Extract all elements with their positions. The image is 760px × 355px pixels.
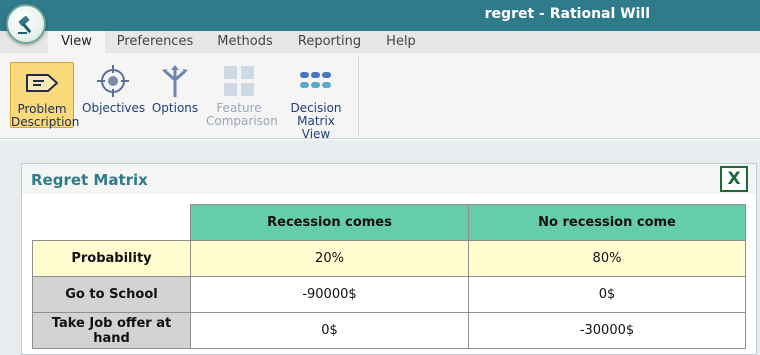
tab-methods[interactable]: Methods — [210, 31, 280, 53]
panel-header: Regret Matrix X — [22, 164, 756, 194]
probability-row: Probability 20% 80% — [32, 240, 746, 277]
tab-help[interactable]: Help — [380, 31, 422, 53]
regret-matrix-table: Recession comes No recession come Probab… — [32, 204, 746, 349]
table-header-row: Recession comes No recession come — [33, 204, 746, 241]
tag-label-icon — [26, 74, 58, 92]
options-button[interactable]: Options — [150, 64, 200, 115]
problem-description-label-2: Description — [11, 115, 80, 129]
tab-reporting[interactable]: Reporting — [292, 31, 367, 53]
split-arrows-icon — [162, 65, 188, 97]
table-row: Take Job offer at hand 0$ -30000$ — [32, 312, 746, 349]
probability-cell: 20% — [190, 240, 469, 277]
decision-matrix-view-label-2: Matrix View — [297, 114, 335, 141]
table-row: Go to School -90000$ 0$ — [32, 276, 746, 313]
table-corner-cell — [33, 205, 191, 241]
window-title: regret - Rational Will — [484, 6, 650, 22]
panel-title: Regret Matrix — [31, 171, 148, 189]
tab-preferences[interactable]: Preferences — [112, 31, 198, 53]
gavel-icon — [18, 15, 31, 34]
row-header: Take Job offer at hand — [32, 312, 191, 349]
table-cell: -90000$ — [190, 276, 469, 313]
excel-icon: X — [727, 169, 741, 189]
decision-matrix-view-button[interactable]: Decision Matrix View — [282, 64, 350, 141]
target-icon — [97, 65, 129, 97]
grid-squares-icon — [224, 66, 254, 96]
probability-cell: 80% — [468, 240, 746, 277]
problem-description-button[interactable]: Problem Description — [10, 62, 80, 129]
table-cell: -30000$ — [468, 312, 746, 349]
row-header: Probability — [32, 240, 191, 277]
column-header: No recession come — [468, 204, 746, 241]
options-label: Options — [151, 101, 199, 115]
feature-comparison-label-2: Comparison — [206, 114, 278, 128]
row-header: Go to School — [32, 276, 191, 313]
column-header: Recession comes — [190, 204, 469, 241]
matrix-dots-icon — [300, 72, 331, 88]
feature-comparison-button[interactable]: Feature Comparison — [206, 64, 278, 128]
ribbon-separator — [358, 56, 359, 136]
tab-view[interactable]: View — [48, 31, 105, 53]
objectives-button[interactable]: Objectives — [82, 64, 146, 115]
export-excel-button[interactable]: X — [720, 166, 748, 192]
objectives-label: Objectives — [82, 101, 146, 115]
table-cell: 0$ — [190, 312, 469, 349]
app-menu-button[interactable] — [6, 4, 46, 44]
table-cell: 0$ — [468, 276, 746, 313]
